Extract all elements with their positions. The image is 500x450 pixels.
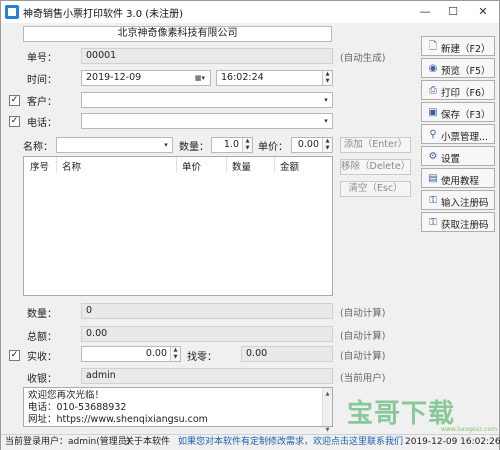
item-name-combobox[interactable]: ▾	[56, 137, 173, 153]
app-icon	[5, 5, 19, 19]
cashier-field: admin	[81, 368, 333, 384]
customer-combobox[interactable]: ▾	[81, 92, 333, 108]
status-user: 当前登录用户：admin(管理员)	[5, 437, 131, 447]
cashier-hint: (当前用户)	[340, 373, 386, 384]
print-button[interactable]: ⎙ 打印（F6）	[421, 80, 495, 100]
gear-icon: ⚙	[428, 151, 438, 162]
count-hint: (自动计算)	[340, 308, 386, 319]
preview-button[interactable]: ◉ 预览（F5）	[421, 58, 495, 78]
price-value: 0.00	[297, 139, 319, 150]
store-name-field[interactable]: 北京神奇像素科技有限公司	[23, 26, 332, 42]
new-button[interactable]: 🗋 新建（F2）	[421, 36, 495, 56]
column-header-amount: 金额	[280, 162, 300, 173]
total-field: 0.00	[81, 326, 333, 342]
book-icon: ▤	[428, 173, 438, 184]
total-label: 总额：	[27, 332, 57, 343]
enter-registration-code-button[interactable]: ⚿ 输入注册码	[421, 190, 495, 210]
total-hint: (自动计算)	[340, 331, 386, 342]
qty-spinner-icon[interactable]: ▲ ▼	[242, 138, 252, 152]
new-document-icon: 🗋	[428, 41, 438, 52]
qty-label: 数量：	[179, 142, 209, 153]
time-value: 16:02:24	[221, 72, 264, 83]
footer-line-1: 欢迎您再次光临！	[28, 390, 105, 401]
phone-label: 电话：	[27, 118, 57, 129]
change-field: 0.00	[241, 346, 333, 362]
column-header-index: 序号	[30, 162, 50, 173]
status-datetime: 2019-12-09 16:02:26	[405, 437, 500, 447]
save-icon: ▣	[428, 107, 438, 118]
remove-item-button[interactable]: 移除（Delete）	[340, 159, 411, 175]
qty-value: 1.0	[223, 139, 239, 150]
footer-line-2: 电话：010-53688932	[28, 402, 127, 413]
preview-icon: ◉	[428, 63, 438, 74]
maximize-button[interactable]: ☐	[439, 1, 467, 23]
order-no-label: 单号：	[27, 53, 57, 64]
items-table[interactable]: 序号 名称 单价 数量 金额	[23, 156, 333, 296]
customer-checkbox[interactable]: ✓	[9, 95, 20, 106]
customer-label: 客户：	[27, 97, 57, 108]
footer-line-3: 网址：https://www.shenqixiangsu.com	[28, 414, 208, 425]
paid-label: 实收：	[27, 352, 57, 363]
get-registration-code-button[interactable]: ⚿ 获取注册码	[421, 212, 495, 232]
change-label: 找零：	[187, 352, 217, 363]
search-icon: ⚲	[429, 129, 437, 140]
clear-items-button[interactable]: 清空（Esc）	[340, 181, 411, 197]
count-label: 数量：	[27, 309, 57, 320]
phone-checkbox[interactable]: ✓	[9, 116, 20, 127]
ticket-footer-textarea[interactable]: 欢迎您再次光临！ 电话：010-53688932 网址：https://www.…	[23, 387, 333, 433]
title-bar: 神奇销售小票打印软件 3.0 (未注册) — ☐ ✕	[1, 1, 499, 23]
add-item-button[interactable]: 添加（Enter）	[340, 137, 411, 153]
close-button[interactable]: ✕	[469, 1, 497, 23]
price-spinner-icon[interactable]: ▲ ▼	[322, 138, 332, 152]
column-header-qty: 数量	[232, 162, 252, 173]
change-hint: (自动计算)	[340, 351, 386, 362]
price-stepper[interactable]: 0.00 ▲ ▼	[291, 137, 333, 153]
key-icon: ⚿	[429, 217, 437, 228]
ticket-manage-button[interactable]: ⚲ 小票管理...	[421, 124, 495, 144]
customize-contact-link[interactable]: 如果您对本软件有定制修改需求，欢迎点击这里联系我们	[178, 435, 403, 450]
price-label: 单价：	[258, 142, 288, 153]
chevron-down-icon[interactable]: ▾	[321, 94, 331, 106]
time-label: 时间：	[27, 75, 57, 86]
phone-combobox[interactable]: ▾	[81, 113, 333, 129]
tutorial-button[interactable]: ▤ 使用教程	[421, 168, 495, 188]
chevron-down-icon[interactable]: ▾	[321, 115, 331, 127]
window-title: 神奇销售小票打印软件 3.0 (未注册)	[23, 9, 184, 20]
paid-stepper[interactable]: 0.00 ▲ ▼	[81, 346, 181, 362]
count-field: 0	[81, 303, 333, 319]
about-link[interactable]: 关于本软件	[125, 435, 170, 450]
printer-icon: ⎙	[429, 85, 437, 96]
status-bar: 当前登录用户：admin(管理员) 关于本软件 如果您对本软件有定制修改需求，欢…	[1, 434, 500, 450]
settings-button[interactable]: ⚙ 设置	[421, 146, 495, 166]
order-no-field: 00001	[81, 48, 333, 64]
column-header-price: 单价	[182, 162, 202, 173]
paid-checkbox[interactable]: ✓	[9, 350, 20, 361]
column-header-name: 名称	[62, 162, 82, 173]
chevron-down-icon[interactable]: ▾	[161, 139, 171, 151]
main-window: 神奇销售小票打印软件 3.0 (未注册) — ☐ ✕ 北京神奇像素科技有限公司 …	[0, 0, 500, 450]
paid-spinner-icon[interactable]: ▲ ▼	[170, 347, 180, 361]
minimize-button[interactable]: —	[411, 1, 439, 23]
watermark-url: www.baogexz.com	[441, 426, 498, 433]
key-icon: ⚿	[429, 195, 437, 206]
paid-value: 0.00	[145, 348, 167, 359]
save-button[interactable]: ▣ 保存（F3）	[421, 102, 495, 122]
time-picker[interactable]: 16:02:24 ▲ ▼	[216, 70, 333, 86]
qty-stepper[interactable]: 1.0 ▲ ▼	[211, 137, 253, 153]
date-picker[interactable]: 2019-12-09 ▦▾	[81, 70, 211, 86]
time-spinner-icon[interactable]: ▲ ▼	[322, 71, 332, 85]
item-name-label: 名称：	[23, 142, 53, 153]
order-no-hint: (自动生成)	[340, 53, 386, 64]
cashier-label: 收银：	[27, 374, 57, 385]
calendar-icon[interactable]: ▦▾	[192, 72, 208, 84]
textarea-scrollbar[interactable]: ▲ ▼	[322, 388, 332, 433]
date-value: 2019-12-09	[86, 72, 142, 83]
